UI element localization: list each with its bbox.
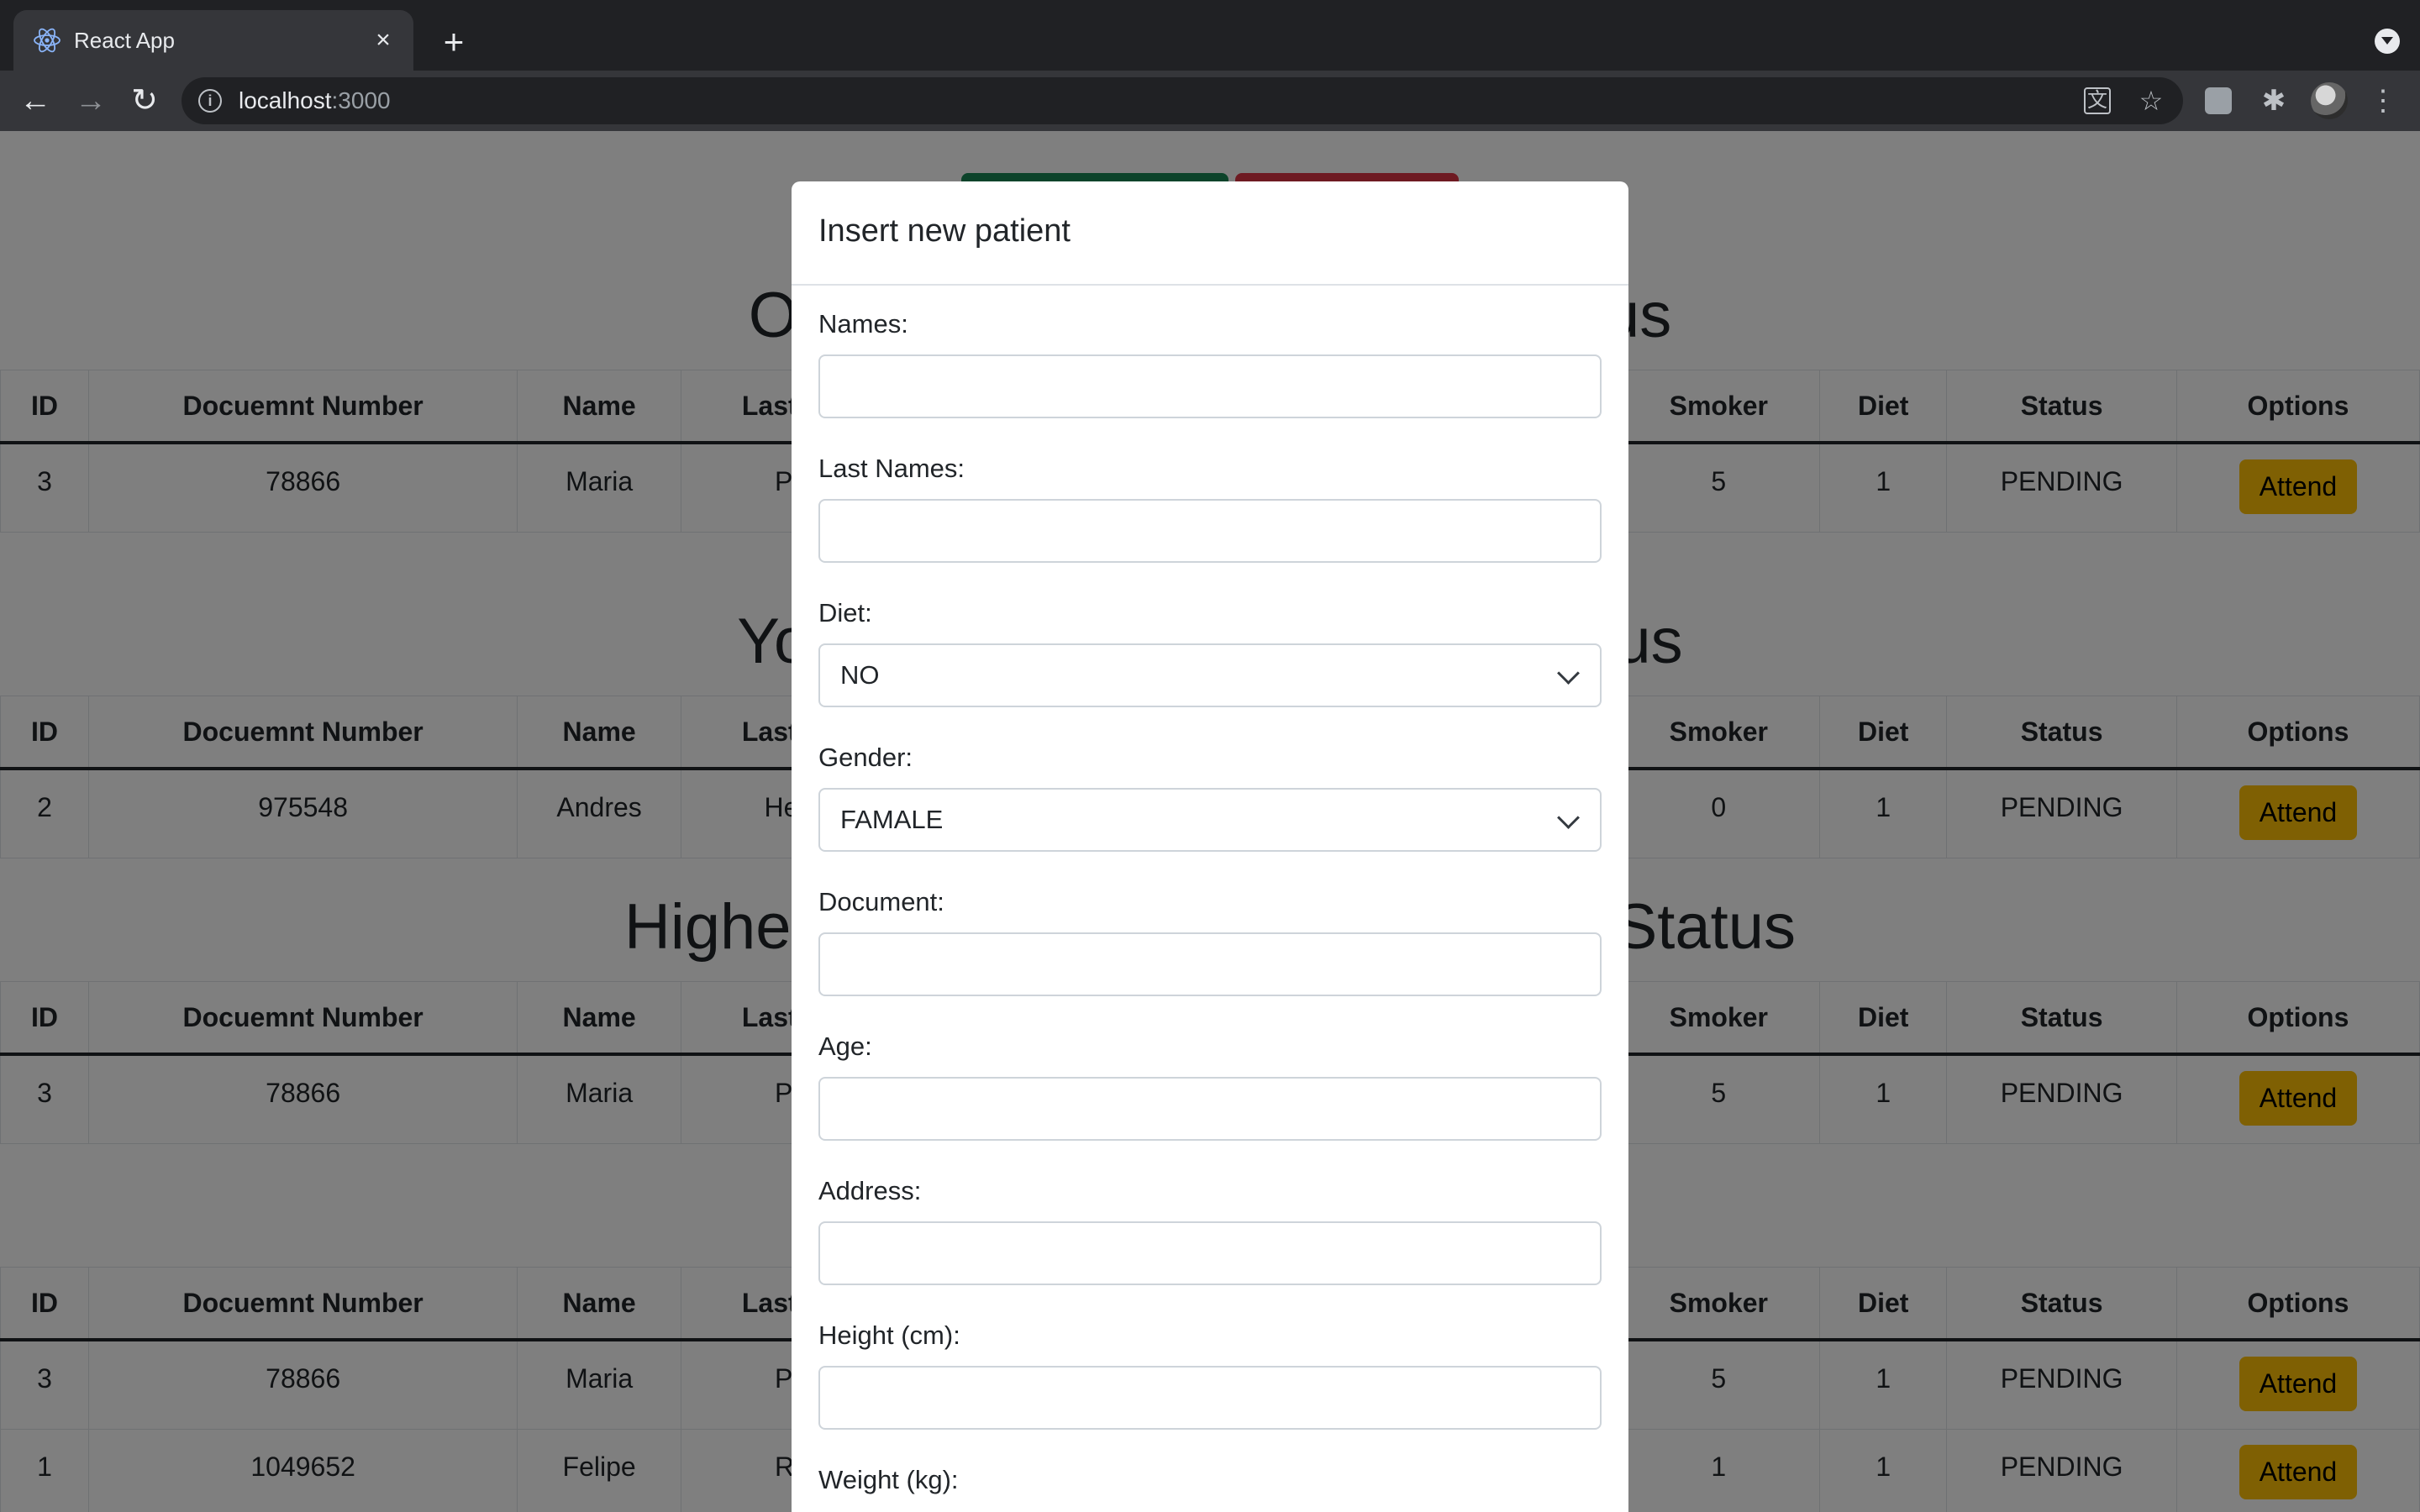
age-label: Age: <box>818 1032 872 1061</box>
last-names-input[interactable] <box>818 499 1602 563</box>
extensions-puzzle-icon[interactable]: ✱ <box>2257 84 2291 118</box>
document-label: Document: <box>818 887 944 916</box>
height-input[interactable] <box>818 1366 1602 1430</box>
back-arrow-icon[interactable]: ← <box>17 82 54 119</box>
names-input[interactable] <box>818 354 1602 418</box>
bookmark-star-icon[interactable]: ☆ <box>2136 86 2166 116</box>
gender-select[interactable]: FAMALE <box>818 788 1602 852</box>
tab-search-icon[interactable] <box>2375 29 2400 54</box>
tab-title: React App <box>74 28 175 53</box>
extension-app-icon[interactable] <box>2205 87 2232 114</box>
browser-menu-icon[interactable]: ⋮ <box>2366 84 2400 118</box>
reload-icon[interactable]: ↻ <box>126 82 163 119</box>
translate-icon[interactable]: 文 <box>2084 87 2111 114</box>
last-names-label: Last Names: <box>818 454 965 483</box>
gender-label: Gender: <box>818 743 913 772</box>
browser-toolbar: ← → ↻ i localhost:3000 文 ☆ ✱ ⋮ <box>0 71 2420 131</box>
insert-patient-modal: Insert new patient Names: Last Names: Di… <box>792 181 1628 1512</box>
names-label: Names: <box>818 309 908 339</box>
forward-arrow-icon[interactable]: → <box>72 82 109 119</box>
diet-select[interactable]: NO <box>818 643 1602 707</box>
browser-tab[interactable]: React App × <box>13 10 413 71</box>
weight-label: Weight (kg): <box>818 1465 959 1494</box>
address-input[interactable] <box>818 1221 1602 1285</box>
page-content: Older Patients in Pending StatusIDDocuem… <box>0 131 2420 1512</box>
profile-avatar[interactable] <box>2311 82 2348 119</box>
address-label: Address: <box>818 1176 922 1205</box>
browser-tab-bar: React App × + <box>0 0 2420 71</box>
close-tab-icon[interactable]: × <box>368 25 398 55</box>
url-port: :3000 <box>331 87 391 113</box>
react-logo-icon <box>34 28 60 53</box>
gender-select-value: FAMALE <box>840 805 944 834</box>
new-tab-icon[interactable]: + <box>437 24 471 60</box>
diet-select-value: NO <box>840 660 880 690</box>
diet-label: Diet: <box>818 598 872 627</box>
url-text: localhost:3000 <box>239 77 391 124</box>
address-bar[interactable]: i localhost:3000 文 ☆ <box>182 77 2183 124</box>
site-info-icon[interactable]: i <box>198 89 222 113</box>
document-input[interactable] <box>818 932 1602 996</box>
modal-header: Insert new patient <box>792 181 1628 286</box>
age-input[interactable] <box>818 1077 1602 1141</box>
height-label: Height (cm): <box>818 1320 960 1350</box>
url-host: localhost <box>239 87 332 113</box>
chevron-down-icon <box>1557 662 1580 685</box>
modal-title: Insert new patient <box>818 213 1071 249</box>
chevron-down-icon <box>1557 806 1580 829</box>
